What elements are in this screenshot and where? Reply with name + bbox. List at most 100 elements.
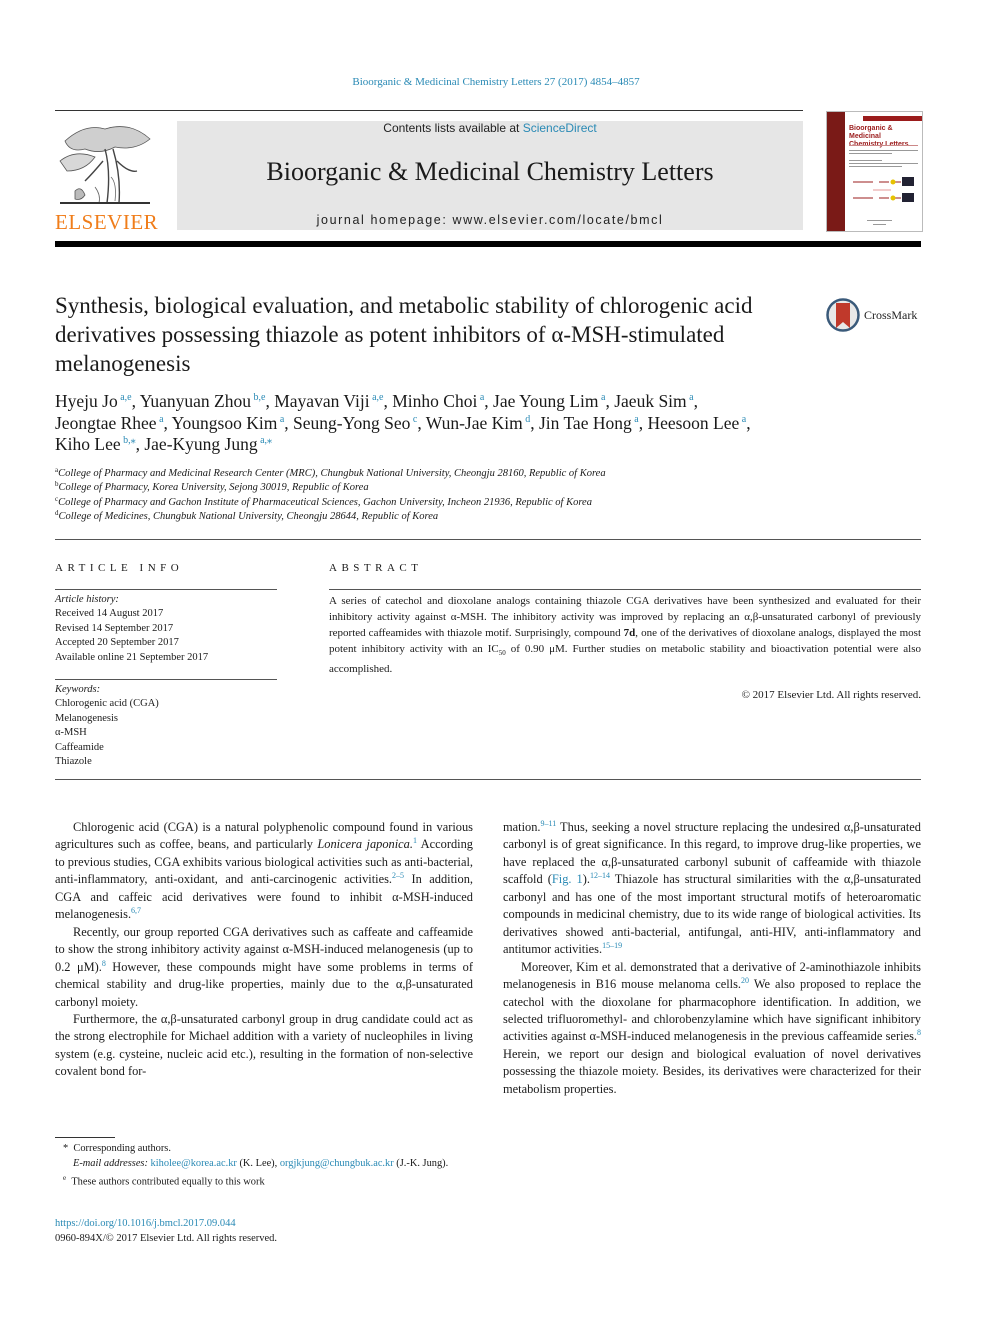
cover-rule: [849, 145, 918, 146]
crossmark-button[interactable]: CrossMark: [826, 297, 926, 333]
author-name[interactable]: Hyeju Jo: [55, 391, 118, 411]
keyword-item: Caffeamide: [55, 741, 104, 753]
citation-link[interactable]: 8: [917, 1028, 921, 1037]
doi-block: https://doi.org/10.1016/j.bmcl.2017.09.0…: [55, 1216, 277, 1246]
cover-text-line: [849, 163, 918, 164]
contents-prefix: Contents lists available at: [383, 121, 523, 135]
author-affiliation-marker[interactable]: b,e: [251, 392, 266, 403]
author-affiliation-marker[interactable]: a,⁎: [258, 435, 272, 446]
journal-homepage[interactable]: journal homepage: www.elsevier.com/locat…: [177, 213, 803, 227]
cover-text-line: [849, 153, 892, 154]
author-affiliation-marker[interactable]: a: [739, 414, 746, 425]
abstract-text: A series of catechol and dioxolane analo…: [329, 595, 922, 675]
keywords-divider: [55, 679, 277, 680]
keyword-item: Chlorogenic acid (CGA): [55, 698, 159, 710]
author-name[interactable]: Heesoon Lee: [647, 413, 739, 433]
affiliation-divider: [55, 539, 921, 540]
history-accepted: Accepted 20 September 2017: [55, 637, 179, 649]
author-affiliation-marker[interactable]: a: [599, 392, 605, 403]
body-paragraph-continued: mation.9–11 Thus, seeking a novel struct…: [503, 819, 921, 957]
author-name[interactable]: Mayavan Viji: [274, 391, 369, 411]
author-name[interactable]: Seung-Yong Seo: [293, 413, 410, 433]
author-name[interactable]: Wun-Jae Kim: [426, 413, 523, 433]
cover-text-line: [849, 160, 882, 161]
author-affiliation-marker[interactable]: d: [523, 414, 530, 425]
affiliation-d: dCollege of Medicines, Chungbuk National…: [55, 509, 439, 523]
article-title: Synthesis, biological evaluation, and me…: [55, 293, 753, 376]
author-affiliation-marker[interactable]: a: [157, 414, 163, 425]
author-affiliation-marker[interactable]: c: [410, 414, 417, 425]
author-name[interactable]: Jeongtae Rhee: [55, 413, 157, 433]
body-paragraph: Furthermore, the α,β-unsaturated carbony…: [55, 1011, 473, 1079]
author-name[interactable]: Jae Young Lim: [493, 391, 599, 411]
crossmark-label: CrossMark: [864, 308, 918, 322]
email-link-klee[interactable]: kiholee@korea.ac.kr: [151, 1158, 237, 1169]
abstract-heading: ABSTRACT: [329, 562, 423, 574]
citation-link[interactable]: 15–19: [602, 941, 622, 950]
footnotes: * Corresponding authors. E-mail addresse…: [55, 1141, 475, 1189]
citation-link[interactable]: 12–14: [590, 871, 610, 880]
author-affiliation-marker[interactable]: a: [477, 392, 484, 403]
citation-link[interactable]: 2–5: [392, 871, 404, 880]
author-name[interactable]: Jin Tae Hong: [539, 413, 632, 433]
author-name[interactable]: Jaeuk Sim: [614, 391, 686, 411]
crossmark-icon: [826, 298, 860, 332]
footnote-divider: [55, 1137, 115, 1138]
article-history: Article history: Received 14 August 2017…: [55, 593, 277, 665]
elsevier-tree-logo-icon: [59, 126, 151, 204]
affiliation-c: cCollege of Pharmacy and Gachon Institut…: [55, 494, 592, 508]
citation-link[interactable]: 6,7: [131, 906, 141, 915]
author-affiliation-marker[interactable]: a: [277, 414, 284, 425]
equal-contribution-footnote: e These authors contributed equally to t…: [63, 1174, 265, 1188]
sciencedirect-link[interactable]: ScienceDirect: [523, 121, 597, 135]
compound-label: 7d: [623, 626, 636, 639]
author-affiliation-marker[interactable]: a,e: [118, 392, 131, 403]
author-name[interactable]: Kiho Lee: [55, 434, 121, 454]
author-affiliation-marker[interactable]: a: [687, 392, 693, 403]
journal-cover-thumbnail[interactable]: Bioorganic & MedicinalChemistry Letters: [826, 111, 923, 232]
history-revised: Revised 14 September 2017: [55, 622, 174, 634]
journal-header-box: Contents lists available at ScienceDirec…: [177, 121, 803, 230]
history-received: Received 14 August 2017: [55, 608, 164, 620]
author-name[interactable]: Youngsoo Kim: [172, 413, 278, 433]
citation-link[interactable]: 20: [741, 976, 749, 985]
author-affiliation-marker[interactable]: a: [632, 414, 638, 425]
affiliation-a: aCollege of Pharmacy and Medicinal Resea…: [55, 466, 606, 480]
body-column-right: mation.9–11 Thus, seeking a novel struct…: [503, 819, 921, 1098]
corresponding-footnote: * Corresponding authors.: [63, 1143, 171, 1154]
keyword-item: Thiazole: [55, 756, 92, 768]
cover-top-band: [863, 116, 922, 121]
abstract-copyright: © 2017 Elsevier Ltd. All rights reserved…: [741, 689, 921, 701]
cover-spine: [827, 112, 845, 231]
author-name[interactable]: Jae-Kyung Jung: [144, 434, 257, 454]
journal-reference[interactable]: Bioorganic & Medicinal Chemistry Letters…: [0, 76, 992, 88]
body-paragraph: Moreover, Kim et al. demonstrated that a…: [503, 959, 921, 1096]
keyword-item: α-MSH: [55, 727, 87, 739]
keywords-label: Keywords:: [55, 684, 101, 695]
affiliation-b: bCollege of Pharmacy, Korea University, …: [55, 480, 369, 494]
abstract-divider: [329, 589, 921, 590]
keywords: Keywords: Chlorogenic acid (CGA) Melanog…: [55, 683, 277, 769]
cover-text-line: [873, 224, 886, 225]
author-affiliation-marker[interactable]: a,e: [370, 392, 383, 403]
figure-link[interactable]: Fig. 1: [552, 872, 583, 886]
contents-line: Contents lists available at ScienceDirec…: [177, 121, 803, 135]
article-info-heading: ARTICLE INFO: [55, 562, 184, 574]
author-name[interactable]: Minho Choi: [392, 391, 477, 411]
keyword-item: Melanogenesis: [55, 712, 118, 724]
elsevier-logo-text: ELSEVIER: [55, 210, 159, 234]
body-paragraph: Chlorogenic acid (CGA) is a natural poly…: [55, 820, 473, 922]
journal-title: Bioorganic & Medicinal Chemistry Letters: [266, 157, 714, 186]
author-affiliation-marker[interactable]: b,⁎: [121, 435, 136, 446]
author-name[interactable]: Yuanyuan Zhou: [140, 391, 251, 411]
citation-link[interactable]: 9–11: [541, 819, 557, 828]
article-info-divider: [55, 589, 277, 590]
abstract-bottom-divider: [55, 779, 921, 780]
email-link-jkjung[interactable]: orgjkjung@chungbuk.ac.kr: [280, 1158, 394, 1169]
body-paragraph: Recently, our group reported CGA derivat…: [55, 924, 473, 1009]
article-history-label: Article history:: [55, 594, 119, 605]
doi-link[interactable]: https://doi.org/10.1016/j.bmcl.2017.09.0…: [55, 1218, 236, 1229]
history-online: Available online 21 September 2017: [55, 651, 209, 663]
email-footnote: E-mail addresses: kiholee@korea.ac.kr (K…: [73, 1158, 449, 1169]
cover-text-line: [867, 220, 892, 221]
